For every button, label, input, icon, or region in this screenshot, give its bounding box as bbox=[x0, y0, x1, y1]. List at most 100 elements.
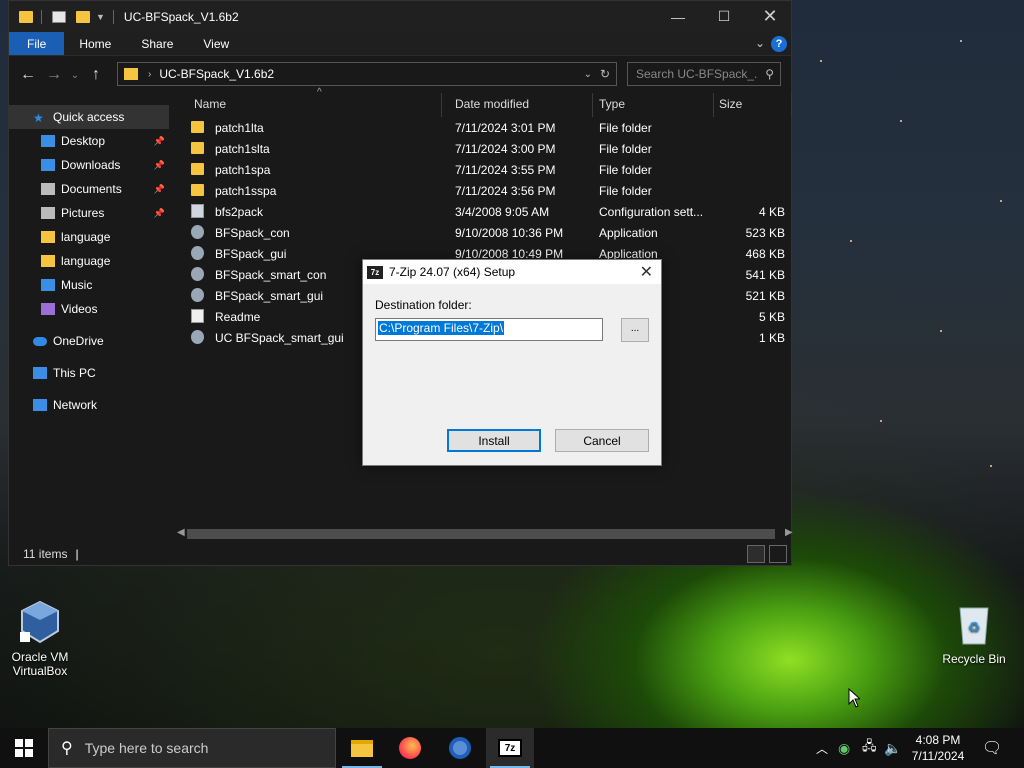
dialog-title-bar[interactable]: 7z 7-Zip 24.07 (x64) Setup ✕ bbox=[363, 260, 661, 284]
pin-icon[interactable]: 📌 bbox=[154, 208, 165, 219]
sidebar-item-label: OneDrive bbox=[53, 334, 104, 348]
taskbar-app-file-explorer[interactable] bbox=[338, 728, 386, 768]
show-hidden-icons-button[interactable]: ︿ bbox=[816, 728, 828, 768]
minimize-button[interactable]: — bbox=[655, 1, 701, 32]
column-divider[interactable] bbox=[441, 93, 442, 117]
column-type[interactable]: Type bbox=[599, 97, 625, 111]
column-divider[interactable] bbox=[791, 93, 792, 117]
search-icon[interactable]: ⚲ bbox=[765, 67, 774, 81]
desktop-icon-virtualbox[interactable]: Oracle VM VirtualBox bbox=[0, 600, 80, 678]
tab-view[interactable]: View bbox=[188, 32, 244, 55]
column-size[interactable]: Size bbox=[719, 97, 742, 111]
sidebar-item-videos[interactable]: Videos bbox=[9, 297, 169, 321]
browse-button[interactable]: ... bbox=[621, 318, 649, 342]
sidebar-item-onedrive[interactable]: OneDrive bbox=[9, 329, 169, 353]
sidebar-item-label: Pictures bbox=[61, 206, 105, 220]
text-file-icon bbox=[191, 309, 204, 323]
sidebar-item-quick-access[interactable]: ★ Quick access bbox=[9, 105, 169, 129]
sidebar-item-language[interactable]: language bbox=[9, 225, 169, 249]
sidebar-item-desktop[interactable]: Desktop 📌 bbox=[9, 129, 169, 153]
column-date-modified[interactable]: Date modified bbox=[455, 97, 529, 111]
destination-folder-value[interactable]: C:\Program Files\7-Zip\ bbox=[378, 321, 505, 335]
sidebar-item-downloads[interactable]: Downloads 📌 bbox=[9, 153, 169, 177]
pin-icon[interactable]: 📌 bbox=[154, 184, 165, 195]
customize-quick-access-icon[interactable]: ▼ bbox=[96, 12, 105, 22]
divider bbox=[41, 9, 42, 24]
file-row[interactable]: patch1sspa 7/11/2024 3:56 PM File folder bbox=[185, 180, 785, 201]
setup-dialog: 7z 7-Zip 24.07 (x64) Setup ✕ Destination… bbox=[362, 259, 662, 466]
recent-locations-icon[interactable]: ⌄ bbox=[67, 70, 83, 81]
file-type: File folder bbox=[599, 184, 652, 198]
help-icon[interactable]: ? bbox=[771, 36, 787, 52]
search-input[interactable]: Search UC-BFSpack_... ⚲ bbox=[627, 62, 781, 86]
column-divider[interactable] bbox=[713, 93, 714, 117]
sidebar-item-this-pc[interactable]: This PC bbox=[9, 361, 169, 385]
close-button[interactable]: ✕ bbox=[747, 1, 793, 32]
tab-share[interactable]: Share bbox=[126, 32, 188, 55]
sidebar-item-music[interactable]: Music bbox=[9, 273, 169, 297]
tab-home[interactable]: Home bbox=[64, 32, 126, 55]
file-row[interactable]: bfs2pack 3/4/2008 9:05 AM Configuration se… bbox=[185, 201, 785, 222]
column-header: Name ^ Date modified Type Size bbox=[185, 87, 792, 117]
new-folder-icon[interactable] bbox=[76, 10, 90, 23]
volume-muted-icon[interactable]: 🔈 bbox=[884, 728, 901, 768]
desktop-icon-recycle-bin[interactable]: ♻ Recycle Bin bbox=[934, 602, 1014, 666]
pin-icon[interactable]: 📌 bbox=[154, 136, 165, 147]
file-date-modified: 7/11/2024 3:55 PM bbox=[455, 163, 556, 177]
scroll-right-icon[interactable]: ▶ bbox=[785, 527, 793, 538]
column-divider[interactable] bbox=[592, 93, 593, 117]
chevron-down-icon[interactable]: ⌄ bbox=[584, 69, 592, 80]
folder-icon bbox=[41, 255, 55, 267]
folder-icon bbox=[191, 121, 204, 133]
scrollbar-thumb[interactable] bbox=[187, 529, 775, 539]
address-bar[interactable]: › UC-BFSpack_V1.6b2 ⌄ ↻ bbox=[117, 62, 617, 86]
address-path[interactable]: UC-BFSpack_V1.6b2 bbox=[159, 67, 274, 81]
close-icon[interactable]: ✕ bbox=[640, 262, 653, 282]
column-name[interactable]: Name bbox=[194, 97, 226, 111]
refresh-icon[interactable]: ↻ bbox=[600, 67, 610, 81]
title-bar[interactable]: ▼ UC-BFSpack_V1.6b2 — ☐ ✕ bbox=[9, 1, 791, 32]
taskbar-search-input[interactable]: ⚲ Type here to search bbox=[48, 728, 336, 768]
ethernet-icon[interactable]: 🖧 bbox=[862, 728, 877, 768]
taskbar-app-7zip[interactable]: 7z bbox=[486, 728, 534, 768]
scroll-left-icon[interactable]: ◀ bbox=[177, 527, 185, 538]
7zip-icon: 7z bbox=[498, 739, 522, 757]
file-row[interactable]: patch1spa 7/11/2024 3:55 PM File folder bbox=[185, 159, 785, 180]
taskbar-app-chrome[interactable] bbox=[436, 728, 484, 768]
file-date-modified: 7/11/2024 3:56 PM bbox=[455, 184, 556, 198]
up-arrow-icon[interactable]: ↑ bbox=[83, 66, 109, 84]
tab-file[interactable]: File bbox=[9, 32, 65, 55]
notification-center-icon[interactable]: 🗨 bbox=[982, 728, 1002, 768]
clock-time: 4:08 PM bbox=[915, 733, 961, 747]
install-button[interactable]: Install bbox=[447, 429, 541, 452]
cancel-button[interactable]: Cancel bbox=[555, 429, 649, 452]
forward-arrow-icon[interactable]: → bbox=[41, 66, 67, 84]
file-row[interactable]: BFSpack_con 9/10/2008 10:36 PM Application… bbox=[185, 222, 785, 243]
sidebar-item-documents[interactable]: Documents 📌 bbox=[9, 177, 169, 201]
taskbar-clock[interactable]: 4:08 PM 7/11/2024 bbox=[906, 732, 970, 764]
properties-icon[interactable] bbox=[52, 10, 66, 23]
sidebar-item-network[interactable]: Network bbox=[9, 393, 169, 417]
expand-ribbon-icon[interactable]: ⌄ bbox=[755, 36, 765, 50]
details-view-icon[interactable] bbox=[747, 545, 765, 563]
file-date-modified: 3/4/2008 9:05 AM bbox=[455, 205, 550, 219]
sidebar-item-pictures[interactable]: Pictures 📌 bbox=[9, 201, 169, 225]
destination-folder-input[interactable]: C:\Program Files\7-Zip\ bbox=[375, 318, 603, 341]
start-button[interactable] bbox=[0, 728, 48, 768]
file-row[interactable]: patch1slta 7/11/2024 3:00 PM File folder bbox=[185, 138, 785, 159]
maximize-button[interactable]: ☐ bbox=[701, 1, 747, 32]
cloud-icon bbox=[33, 336, 47, 346]
sidebar-item-label: Desktop bbox=[61, 134, 106, 148]
pin-icon[interactable]: 📌 bbox=[154, 160, 165, 171]
file-name: BFSpack_gui bbox=[215, 247, 287, 261]
folder-icon bbox=[19, 10, 33, 23]
taskbar-app-firefox[interactable] bbox=[386, 728, 434, 768]
file-row[interactable]: patch1lta 7/11/2024 3:01 PM File folder bbox=[185, 117, 785, 138]
network-status-icon[interactable]: ◉ bbox=[838, 728, 850, 768]
status-bar: 11 items | bbox=[9, 543, 793, 565]
horizontal-scrollbar[interactable]: ◀ ▶ bbox=[173, 525, 793, 542]
sidebar-item-language[interactable]: language bbox=[9, 249, 169, 273]
back-arrow-icon[interactable]: ← bbox=[15, 66, 41, 84]
chevron-right-icon[interactable]: › bbox=[148, 69, 151, 80]
large-icons-view-icon[interactable] bbox=[769, 545, 787, 563]
